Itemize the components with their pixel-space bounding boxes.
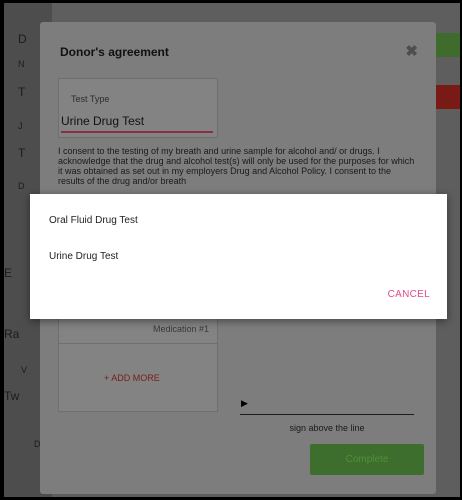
close-icon[interactable]: ✖ [405,42,418,60]
background-label-7: E [4,266,13,280]
option-oral-fluid-drug-test[interactable]: Oral Fluid Drug Test [49,215,138,226]
signature-caption: sign above the line [289,423,365,433]
add-more-button[interactable]: + ADD MORE [104,373,160,383]
test-type-picker: Oral Fluid Drug Test Urine Drug Test CAN… [30,194,447,319]
signature-start-arrow-icon: ▶ [241,398,248,408]
complete-button[interactable]: Complete [310,444,424,475]
background-label-8: Ra [4,327,20,341]
app-screen: D N T J T D E Ra V Tw D Donor's agreemen… [4,3,460,497]
background-label-5: T [18,146,26,160]
medication-input[interactable]: Medication #1 [153,324,209,334]
background-label-3: T [18,85,26,99]
dialog-title: Donor's agreement [60,45,169,59]
background-label-9: V [21,365,28,375]
option-urine-drug-test[interactable]: Urine Drug Test [49,251,118,262]
background-label-2: N [18,59,25,69]
consent-text: I consent to the testing of my breath an… [58,146,415,186]
medication-list: Medication #1 + ADD MORE [58,318,218,412]
test-type-value: Urine Drug Test [61,114,145,128]
cancel-button[interactable]: CANCEL [388,289,430,300]
background-label-1: D [18,32,27,46]
test-type-field[interactable]: Test Type Urine Drug Test [58,78,218,138]
background-label-6: D [18,181,25,191]
test-type-label: Test Type [71,94,110,104]
medication-divider [59,343,217,344]
background-label-10: Tw [4,389,20,403]
background-label-4: J [18,121,23,131]
signature-line[interactable] [240,414,414,415]
test-type-underline [61,131,213,133]
